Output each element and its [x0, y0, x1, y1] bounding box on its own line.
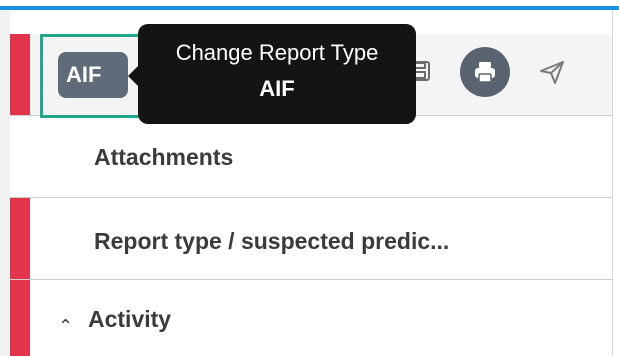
right-gutter [613, 10, 619, 356]
section-report-type[interactable]: Report type / suspected predic... [10, 198, 612, 280]
tooltip-value: AIF [259, 76, 295, 101]
top-accent-stripe [0, 6, 619, 10]
tooltip-arrow [128, 66, 138, 86]
section-label-attachments: Attachments [94, 144, 234, 170]
status-accent-bar [10, 198, 30, 279]
left-gutter [0, 10, 10, 356]
send-icon[interactable] [538, 58, 566, 86]
section-label-activity: Activity [88, 306, 172, 332]
status-accent-bar [10, 280, 30, 356]
print-icon [475, 62, 495, 83]
section-activity[interactable]: Activity [10, 280, 612, 356]
top-bar [0, 0, 619, 10]
change-report-type-tooltip: Change Report Type AIF [128, 24, 416, 124]
status-accent-bar [10, 34, 30, 115]
tooltip-title: Change Report Type [175, 40, 379, 65]
print-button[interactable] [460, 47, 510, 97]
section-label-report-type: Report type / suspected predic... [94, 228, 450, 254]
chevron-double-up-icon[interactable]: ⌃ [58, 316, 73, 337]
section-attachments[interactable]: Attachments [10, 116, 612, 198]
